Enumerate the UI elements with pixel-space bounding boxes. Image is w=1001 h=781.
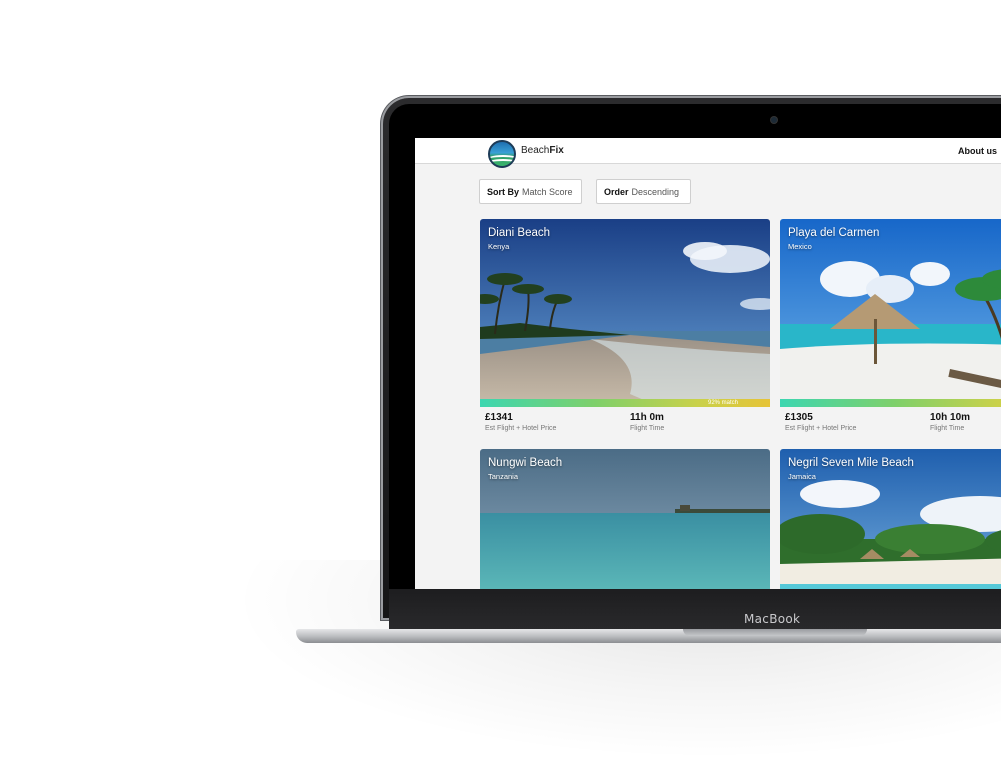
sort-by-label: Sort By	[487, 186, 520, 197]
flight-time-label: Flight Time	[930, 425, 965, 432]
price-label: Est Flight + Hotel Price	[785, 425, 857, 432]
brand-name[interactable]: BeachFix	[521, 145, 564, 156]
match-score-text: 92% match	[707, 400, 738, 406]
beach-country: Jamaica	[788, 472, 816, 481]
laptop-notch	[683, 629, 867, 636]
beach-country: Kenya	[488, 242, 510, 251]
sort-by-value: Match Score	[522, 186, 573, 197]
beach-name: Playa del Carmen	[788, 227, 880, 239]
price-label: Est Flight + Hotel Price	[485, 425, 557, 432]
beach-photo	[780, 449, 1001, 589]
order-value: Descending	[631, 186, 680, 197]
stage: BeachFix About us Sort By Match Score Or…	[0, 0, 1001, 781]
device-label: MacBook	[744, 612, 801, 626]
match-score-bar	[780, 399, 1001, 407]
beach-country: Tanzania	[488, 472, 519, 481]
beach-photo	[480, 219, 770, 407]
beach-name: Nungwi Beach	[488, 457, 563, 469]
camera-icon	[771, 117, 777, 123]
flight-time-value: 11h 0m	[630, 412, 664, 423]
sort-by-button[interactable]: Sort By Match Score	[479, 179, 582, 204]
laptop-chin	[389, 589, 1001, 631]
beach-name: Negril Seven Mile Beach	[788, 457, 914, 469]
order-label: Order	[604, 186, 629, 197]
price-value: £1305	[785, 412, 813, 423]
flight-time-value: 10h 10m	[930, 412, 971, 423]
laptop-base	[296, 629, 1001, 643]
about-us-link[interactable]: About us	[958, 146, 997, 156]
beach-country: Mexico	[788, 242, 812, 251]
beachfix-logo-icon[interactable]	[488, 140, 516, 168]
top-navbar: BeachFix About us	[415, 138, 1001, 168]
app-screen: BeachFix About us Sort By Match Score Or…	[415, 138, 1001, 589]
beach-photo	[780, 219, 1001, 407]
flight-time-label: Flight Time	[630, 425, 665, 432]
price-value: £1341	[485, 412, 513, 423]
beach-photo	[480, 449, 770, 589]
beach-name: Diani Beach	[488, 227, 551, 239]
order-button[interactable]: Order Descending	[596, 179, 691, 204]
